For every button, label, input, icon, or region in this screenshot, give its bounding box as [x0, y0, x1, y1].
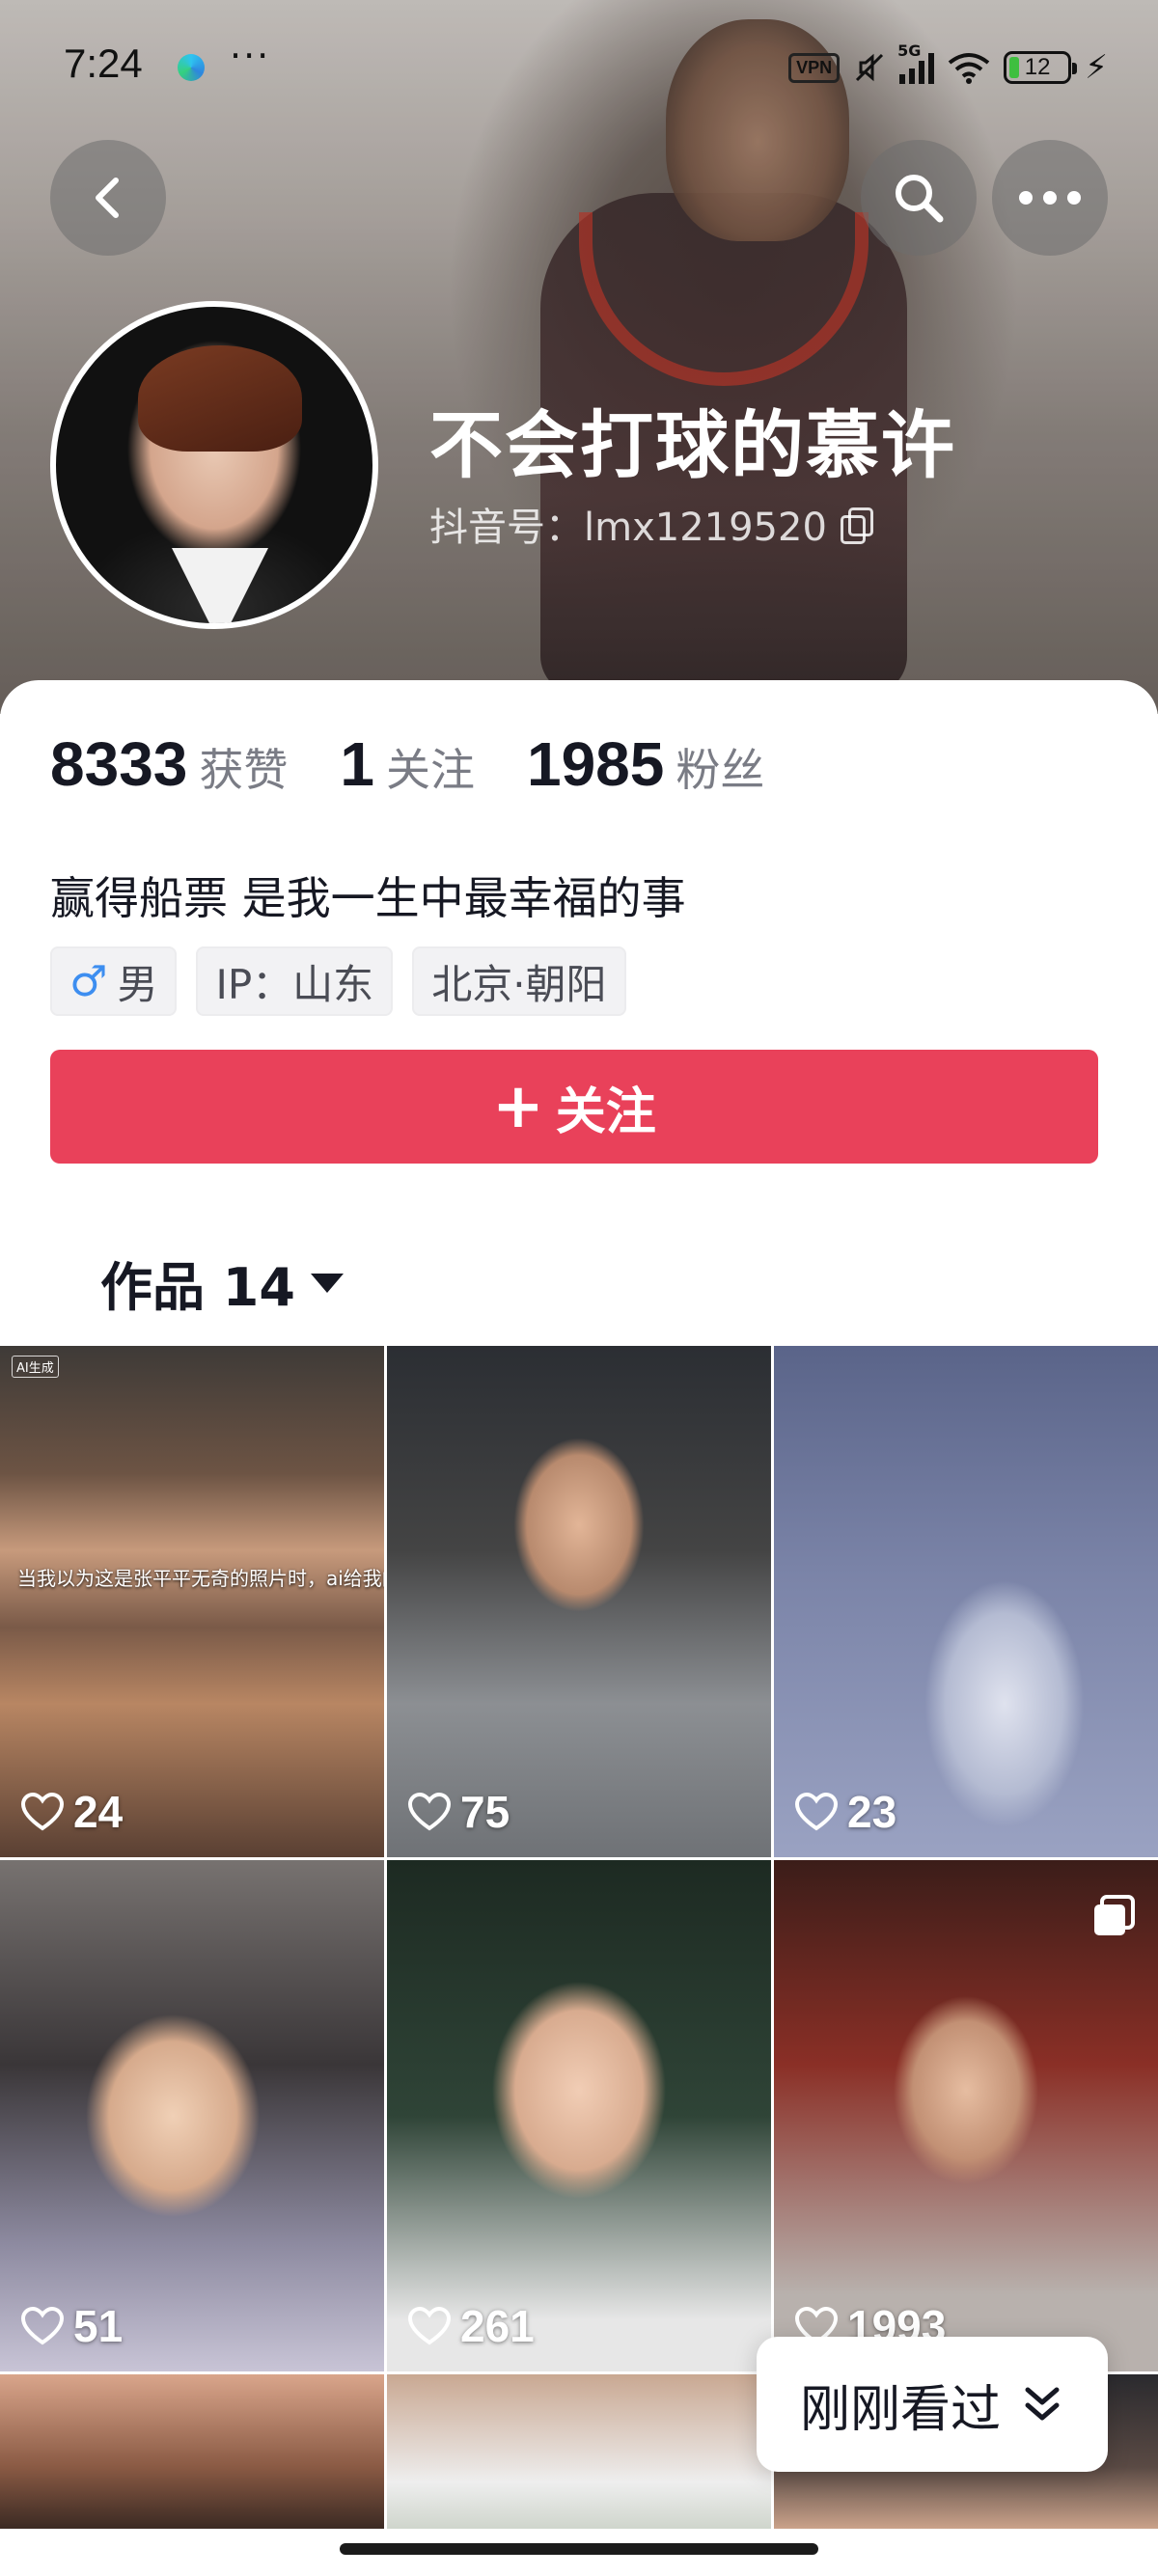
video-thumbnail[interactable]: [0, 2374, 384, 2529]
multi-image-icon: [1094, 1895, 1135, 1935]
gender-tag: ♂ 男: [50, 946, 178, 1016]
search-button[interactable]: [861, 140, 977, 256]
double-chevron-down-icon: [1025, 2387, 1060, 2421]
username: 不会打球的慕许: [429, 402, 956, 488]
video-caption: 当我以为这是张平平无奇的照片时，ai给我的：: [17, 1567, 384, 1590]
like-count: 75: [408, 1786, 510, 1838]
caret-down-icon: [310, 1273, 344, 1293]
ip-tag: IP：山东: [196, 946, 394, 1016]
video-thumbnail[interactable]: [387, 2374, 771, 2529]
status-bar: 7:24 ··· VPN 5G 12 ⚡: [0, 0, 1158, 135]
heart-icon: [795, 1793, 838, 1831]
douyin-id: 抖音号：lmx1219520: [429, 506, 827, 550]
status-time: 7:24: [64, 41, 143, 86]
wifi-icon: [948, 53, 990, 84]
vpn-icon: VPN: [788, 52, 841, 83]
like-count: 23: [795, 1786, 896, 1838]
stat-likes[interactable]: 8333 获赞: [50, 728, 288, 800]
douyin-id-row[interactable]: 抖音号：lmx1219520: [429, 496, 873, 552]
status-icons: VPN 5G 12 ⚡: [788, 41, 1108, 87]
home-indicator[interactable]: [340, 2543, 818, 2555]
more-options-button[interactable]: [992, 140, 1108, 256]
like-count: 24: [21, 1786, 123, 1838]
video-thumbnail[interactable]: 51: [0, 1860, 384, 2371]
video-thumbnail[interactable]: 261: [387, 1860, 771, 2371]
stats-row: 8333 获赞 1 关注 1985 粉丝: [50, 728, 764, 800]
heart-icon: [408, 2307, 451, 2345]
tags-row: ♂ 男 IP：山东 北京·朝阳: [50, 946, 626, 1016]
copy-icon[interactable]: [840, 507, 873, 544]
signal-icon: 5G: [897, 41, 935, 84]
stat-followers[interactable]: 1985 粉丝: [527, 728, 764, 800]
charging-icon: ⚡: [1085, 48, 1108, 87]
video-thumbnail[interactable]: AI生成 当我以为这是张平平无奇的照片时，ai给我的： 24: [0, 1346, 384, 1857]
video-thumbnail[interactable]: 23: [774, 1346, 1158, 1857]
chevron-left-icon: [96, 178, 119, 218]
ai-generated-badge: AI生成: [12, 1356, 59, 1378]
heart-icon: [408, 1793, 451, 1831]
like-count: 261: [408, 2300, 535, 2352]
app-icon: [178, 54, 205, 81]
tab-works[interactable]: 作品 14: [100, 1245, 344, 1321]
heart-icon: [21, 2307, 64, 2345]
status-more: ···: [230, 35, 271, 77]
more-horizontal-icon: [1019, 191, 1081, 205]
bio: 赢得船票 是我一生中最幸福的事: [50, 872, 686, 924]
profile-card: 8333 获赞 1 关注 1985 粉丝 赢得船票 是我一生中最幸福的事 ♂ 男…: [0, 680, 1158, 2576]
mute-icon: [856, 53, 884, 82]
like-count: 51: [21, 2300, 123, 2352]
video-thumbnail[interactable]: 75: [387, 1346, 771, 1857]
follow-button[interactable]: + 关注: [50, 1050, 1098, 1164]
stat-following[interactable]: 1 关注: [340, 728, 475, 800]
avatar[interactable]: [50, 301, 378, 629]
location-tag: 北京·朝阳: [412, 946, 626, 1016]
battery-icon: 12: [1004, 51, 1078, 84]
search-icon: [896, 175, 944, 223]
plus-icon: +: [492, 1071, 544, 1142]
recently-viewed-button[interactable]: 刚刚看过: [757, 2337, 1108, 2472]
back-button[interactable]: [50, 140, 166, 256]
video-thumbnail[interactable]: 1993: [774, 1860, 1158, 2371]
heart-icon: [21, 1793, 64, 1831]
male-icon: ♂: [69, 956, 108, 1006]
